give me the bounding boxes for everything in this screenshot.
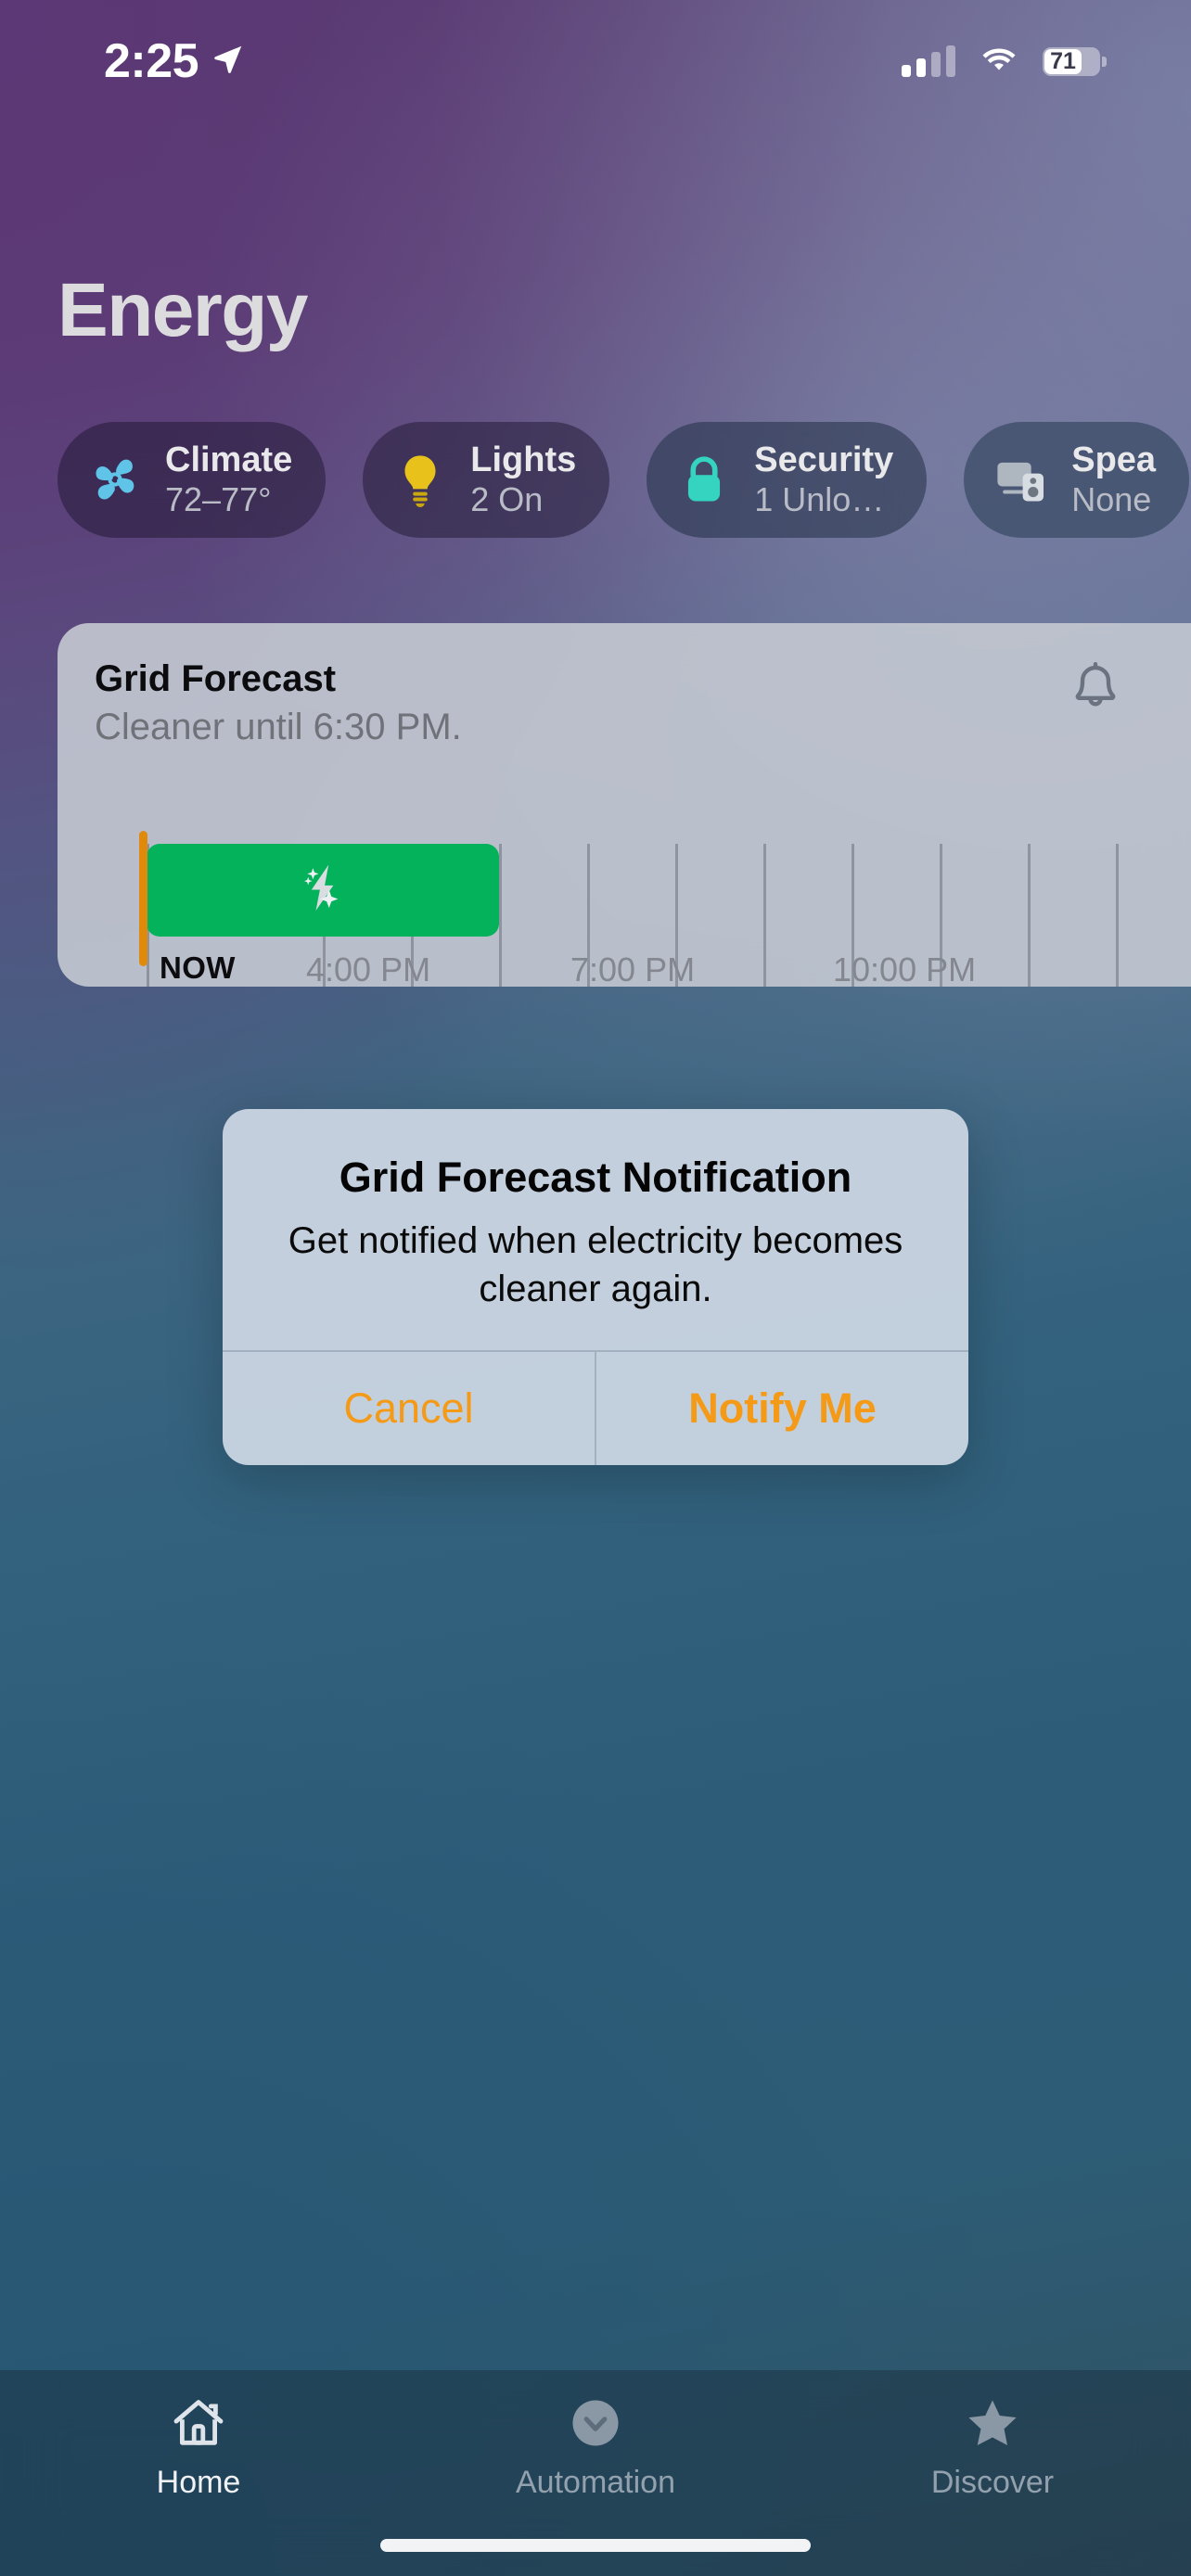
tab-discover[interactable]: Discover xyxy=(794,2391,1191,2498)
pill-subtitle: 72–77° xyxy=(165,480,272,519)
pill-title: Climate xyxy=(165,440,293,479)
tab-automation[interactable]: Automation xyxy=(397,2391,794,2498)
timeline-now-label: NOW xyxy=(160,950,236,985)
grid-forecast-notification-alert: Grid Forecast Notification Get notified … xyxy=(223,1109,968,1466)
wifi-icon xyxy=(980,45,1018,79)
lightbulb-icon xyxy=(391,450,450,509)
page-title: Energy xyxy=(58,268,309,352)
notify-me-button[interactable]: Notify Me xyxy=(596,1352,968,1465)
clean-energy-bar xyxy=(147,844,499,937)
alert-body: Grid Forecast Notification Get notified … xyxy=(223,1109,968,1350)
bell-icon[interactable] xyxy=(1063,657,1128,721)
pill-security[interactable]: Security 1 Unlo… xyxy=(647,421,928,538)
pill-title: Security xyxy=(754,440,894,479)
alert-title: Grid Forecast Notification xyxy=(339,1154,852,1201)
pill-lights[interactable]: Lights 2 On xyxy=(363,421,610,538)
grid-forecast-subtitle: Cleaner until 6:30 PM. xyxy=(95,707,462,747)
grid-forecast-card[interactable]: Grid Forecast Cleaner until 6:30 PM. NOW… xyxy=(58,623,1191,987)
pill-title: Lights xyxy=(470,440,577,479)
tab-home[interactable]: Home xyxy=(0,2391,397,2498)
house-icon xyxy=(169,2391,228,2455)
timeline-track xyxy=(147,838,1191,987)
fan-icon xyxy=(85,450,145,509)
status-bar-clock: 2:25 xyxy=(104,34,199,88)
cancel-button[interactable]: Cancel xyxy=(223,1352,596,1466)
status-bar: 2:25 71 xyxy=(0,0,1191,122)
category-pill-row[interactable]: Climate 72–77° Lights 2 On Security 1 Un… xyxy=(58,420,1191,539)
status-bar-right: 71 xyxy=(902,45,1107,79)
home-indicator[interactable] xyxy=(380,2539,811,2552)
pill-subtitle: None xyxy=(1071,480,1152,519)
cellular-signal-icon xyxy=(902,45,955,77)
pill-climate[interactable]: Climate 72–77° xyxy=(58,421,327,538)
location-arrow-icon xyxy=(211,43,245,81)
circle-check-icon xyxy=(566,2391,625,2455)
alert-actions: Cancel Notify Me xyxy=(223,1350,968,1466)
grid-forecast-title: Grid Forecast xyxy=(95,658,337,699)
pill-title: Spea xyxy=(1071,440,1157,479)
sparkle-bolt-icon xyxy=(294,860,352,922)
pill-speakers[interactable]: Spea None xyxy=(964,421,1190,538)
timeline-hour-label: 7:00 PM xyxy=(570,950,696,987)
alert-message: Get notified when electricity becomes cl… xyxy=(288,1220,903,1310)
battery-percent-label: 71 xyxy=(1050,47,1076,74)
star-icon xyxy=(963,2391,1022,2455)
grid-forecast-header: Grid Forecast Cleaner until 6:30 PM. xyxy=(95,657,1154,749)
battery-icon: 71 xyxy=(1043,46,1107,76)
tab-label: Discover xyxy=(930,2465,1055,2500)
timeline-hour-label: 10:00 PM xyxy=(833,950,977,987)
tab-bar[interactable]: Home Automation Discover xyxy=(0,2370,1191,2576)
tab-label: Automation xyxy=(516,2465,675,2500)
now-marker xyxy=(139,831,147,966)
speaker-tv-icon xyxy=(992,450,1051,509)
grid-forecast-timeline[interactable]: NOW 4:00 PM 7:00 PM 10:00 PM xyxy=(58,831,1191,987)
pill-subtitle: 2 On xyxy=(470,480,544,519)
timeline-hour-label: 4:00 PM xyxy=(306,950,431,987)
tab-label: Home xyxy=(156,2465,241,2500)
status-bar-left: 2:25 xyxy=(104,37,245,85)
timeline-labels: NOW 4:00 PM 7:00 PM 10:00 PM xyxy=(58,950,1191,987)
pill-subtitle: 1 Unlo… xyxy=(754,480,885,519)
lock-icon xyxy=(674,450,734,509)
